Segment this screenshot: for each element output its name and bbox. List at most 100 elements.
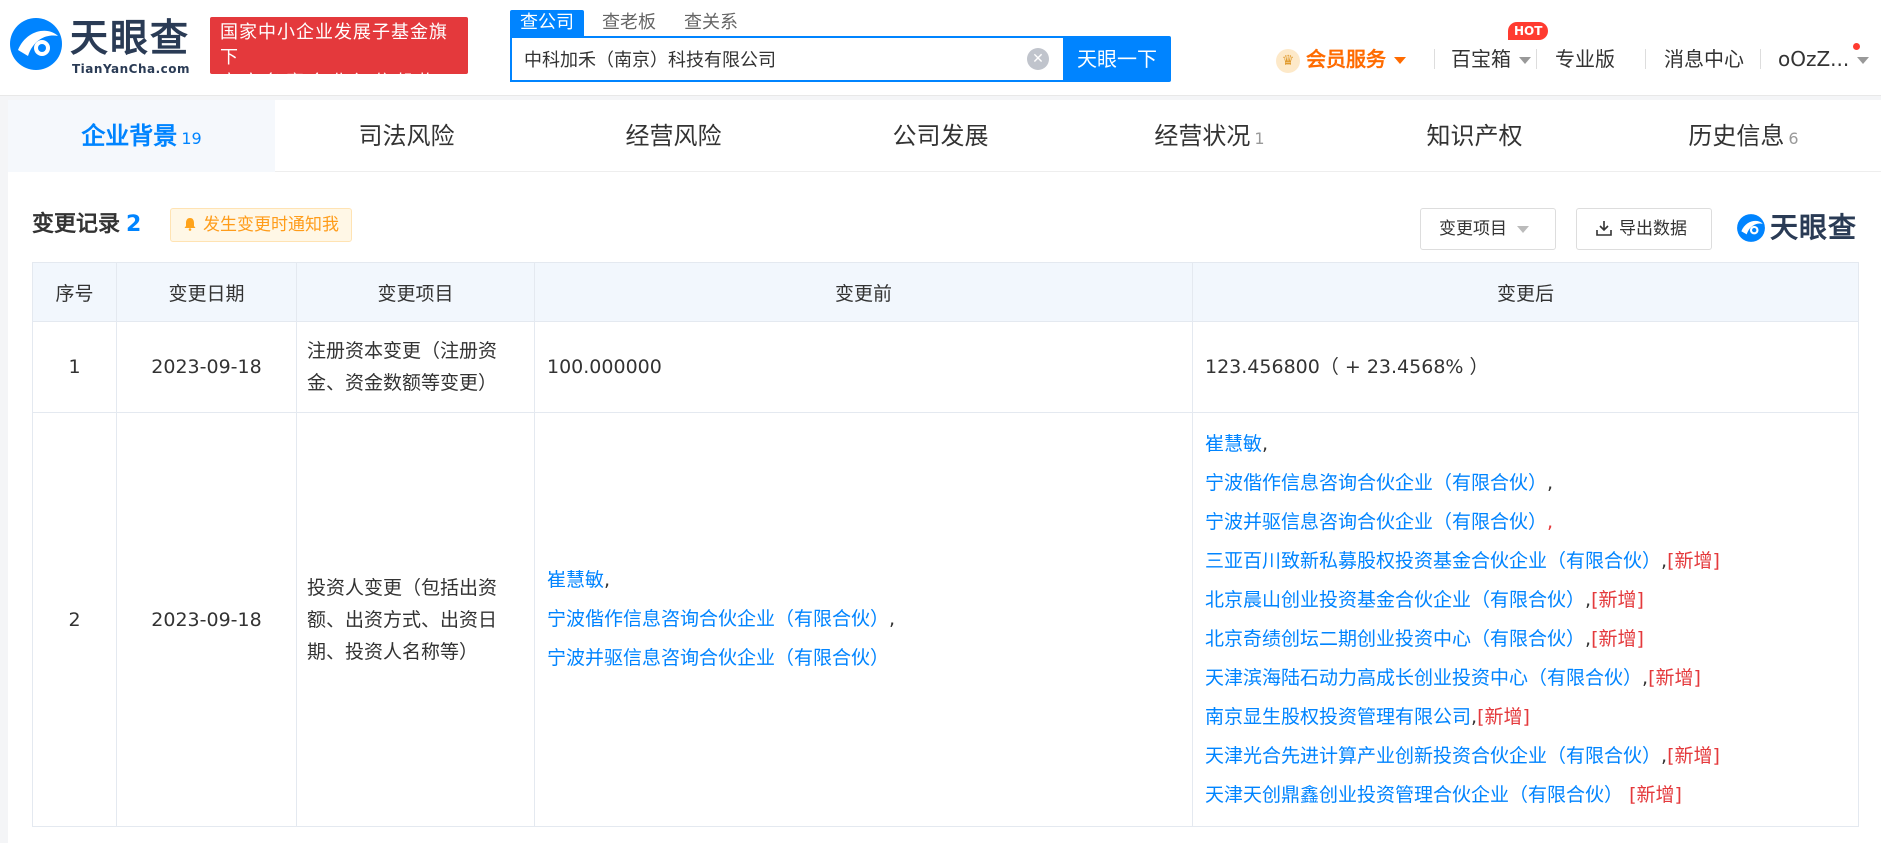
col-header-index: 序号 bbox=[32, 262, 117, 322]
col-header-after: 变更后 bbox=[1192, 262, 1859, 322]
nav-divider bbox=[1760, 49, 1761, 69]
investor-link[interactable]: 宁波并驱信息咨询合伙企业（有限合伙） bbox=[1205, 511, 1547, 533]
investor-link[interactable]: 天津滨海陆石动力高成长创业投资中心（有限合伙） bbox=[1205, 667, 1642, 689]
list-item: 天津光合先进计算产业创新投资合伙企业（有限合伙）,[新增] bbox=[1205, 737, 1846, 776]
gov-badge: 国家中小企业发展子基金旗下 官方备案企业征信机构 bbox=[210, 17, 468, 93]
crown-icon: ♛ bbox=[1276, 48, 1300, 73]
logo-domain: TianYanCha.com bbox=[72, 62, 191, 76]
chevron-down-icon bbox=[1394, 57, 1406, 64]
gov-badge-line1: 国家中小企业发展子基金旗下 bbox=[220, 22, 448, 68]
top-header: 天眼查 TianYanCha.com 国家中小企业发展子基金旗下 官方备案企业征… bbox=[0, 0, 1881, 96]
nav-divider bbox=[1645, 49, 1646, 69]
investor-link[interactable]: 宁波并驱信息咨询合伙企业（有限合伙） bbox=[547, 647, 889, 669]
investor-link[interactable]: 三亚百川致新私募股权投资基金合伙企业（有限合伙） bbox=[1205, 550, 1661, 572]
change-item-filter[interactable]: 变更项目 bbox=[1420, 208, 1556, 250]
list-item: 宁波并驱信息咨询合伙企业（有限合伙）, bbox=[1205, 503, 1846, 542]
tab-label: 经营风险 bbox=[625, 122, 722, 150]
tab-count: 6 bbox=[1788, 129, 1799, 148]
investor-link[interactable]: 北京奇绩创坛二期创业投资中心（有限合伙） bbox=[1205, 628, 1585, 650]
list-item: 崔慧敏, bbox=[547, 561, 1180, 600]
gov-badge-line2: 官方备案企业征信机构 bbox=[220, 72, 440, 93]
username: oOzZ... bbox=[1778, 47, 1850, 71]
tab-label: 知识产权 bbox=[1426, 122, 1523, 150]
cell-index: 2 bbox=[32, 412, 117, 827]
tab-count: 19 bbox=[181, 129, 202, 148]
tab-label: 经营状况 bbox=[1154, 122, 1251, 150]
cell-after: 崔慧敏, 宁波偕作信息咨询合伙企业（有限合伙）, 宁波并驱信息咨询合伙企业（有限… bbox=[1192, 412, 1859, 827]
logo-text: 天眼查 bbox=[70, 16, 191, 60]
cell-before: 崔慧敏, 宁波偕作信息咨询合伙企业（有限合伙）, 宁波并驱信息咨询合伙企业（有限… bbox=[534, 412, 1193, 827]
list-item: 三亚百川致新私募股权投资基金合伙企业（有限合伙）,[新增] bbox=[1205, 542, 1846, 581]
investor-link[interactable]: 崔慧敏 bbox=[547, 569, 604, 591]
notify-on-change-button[interactable]: 发生变更时通知我 bbox=[170, 208, 352, 242]
vip-label: 会员服务 bbox=[1306, 47, 1386, 71]
export-data-button[interactable]: 导出数据 bbox=[1576, 208, 1712, 250]
tab-label: 公司发展 bbox=[892, 122, 989, 150]
investor-link[interactable]: 宁波偕作信息咨询合伙企业（有限合伙） bbox=[1205, 472, 1547, 494]
new-tag: [新增] bbox=[1591, 588, 1644, 611]
investor-link[interactable]: 崔慧敏 bbox=[1205, 433, 1262, 455]
investor-link[interactable]: 宁波偕作信息咨询合伙企业（有限合伙） bbox=[547, 608, 889, 630]
filter-label: 变更项目 bbox=[1439, 219, 1507, 239]
list-item: 宁波并驱信息咨询合伙企业（有限合伙） bbox=[547, 639, 1180, 678]
cell-before: 100.000000 bbox=[534, 321, 1193, 413]
category-tabs: 企业背景 19 司法风险 经营风险 公司发展 经营状况 1 知识产权 历史信息 6 bbox=[8, 100, 1881, 172]
table-row: 1 2023-09-18 注册资本变更（注册资金、资金数额等变更） 100.00… bbox=[32, 321, 1859, 413]
tab-operating-risk[interactable]: 经营风险 bbox=[542, 100, 809, 172]
bell-icon bbox=[184, 218, 196, 231]
new-tag: [新增] bbox=[1477, 705, 1530, 728]
message-center-link[interactable]: 消息中心 bbox=[1664, 44, 1744, 74]
table-header-row: 序号 变更日期 变更项目 变更前 变更后 bbox=[32, 262, 1859, 322]
search-tab-relation[interactable]: 查关系 bbox=[674, 10, 748, 36]
section-title: 变更记录 2 bbox=[32, 210, 141, 240]
col-header-item: 变更项目 bbox=[296, 262, 535, 322]
list-item: 崔慧敏, bbox=[1205, 425, 1846, 464]
list-item: 天津滨海陆石动力高成长创业投资中心（有限合伙）,[新增] bbox=[1205, 659, 1846, 698]
tab-history[interactable]: 历史信息 6 bbox=[1610, 100, 1877, 172]
logo-eye-icon bbox=[10, 18, 62, 70]
investor-link[interactable]: 天津天创鼎鑫创业投资管理合伙企业（有限合伙） bbox=[1205, 784, 1623, 806]
separator: , bbox=[889, 608, 896, 630]
chevron-down-icon bbox=[1857, 57, 1870, 64]
search-input[interactable] bbox=[524, 38, 1004, 80]
cell-index: 1 bbox=[32, 321, 117, 413]
tab-intellectual-property[interactable]: 知识产权 bbox=[1343, 100, 1610, 172]
new-tag: [新增] bbox=[1591, 627, 1644, 650]
new-tag: [新增] bbox=[1667, 744, 1720, 767]
tab-judicial-risk[interactable]: 司法风险 bbox=[275, 100, 542, 172]
hot-badge: HOT bbox=[1508, 22, 1549, 40]
new-tag: [新增] bbox=[1667, 549, 1720, 572]
cell-date: 2023-09-18 bbox=[116, 321, 297, 413]
cell-after: 123.456800（ + 23.4568% ） bbox=[1192, 321, 1859, 413]
search-tab-company[interactable]: 查公司 bbox=[510, 10, 584, 36]
list-item: 北京奇绩创坛二期创业投资中心（有限合伙）,[新增] bbox=[1205, 620, 1846, 659]
search-button[interactable]: 天眼一下 bbox=[1063, 36, 1171, 82]
clear-icon[interactable]: ✕ bbox=[1027, 48, 1049, 70]
search-box: ✕ bbox=[510, 36, 1063, 82]
nav-divider bbox=[1536, 49, 1537, 69]
tab-count: 1 bbox=[1254, 129, 1265, 148]
tab-company-background[interactable]: 企业背景 19 bbox=[8, 100, 275, 172]
chevron-down-icon bbox=[1517, 225, 1529, 233]
search-type-tabs: 查公司 查老板 查关系 bbox=[510, 10, 756, 36]
notification-dot bbox=[1853, 43, 1860, 50]
investor-link[interactable]: 天津光合先进计算产业创新投资合伙企业（有限合伙） bbox=[1205, 745, 1661, 767]
investor-link[interactable]: 北京晨山创业投资基金合伙企业（有限合伙） bbox=[1205, 589, 1585, 611]
toolbox-menu[interactable]: 百宝箱 bbox=[1451, 44, 1531, 74]
tab-label: 企业背景 bbox=[81, 122, 178, 150]
cell-date: 2023-09-18 bbox=[116, 412, 297, 827]
investor-link[interactable]: 南京显生股权投资管理有限公司 bbox=[1205, 706, 1471, 728]
vip-service-menu[interactable]: ♛ 会员服务 bbox=[1276, 44, 1406, 74]
tab-company-development[interactable]: 公司发展 bbox=[809, 100, 1076, 172]
section-title-text: 变更记录 bbox=[32, 212, 121, 237]
list-item: 北京晨山创业投资基金合伙企业（有限合伙）,[新增] bbox=[1205, 581, 1846, 620]
pro-version-link[interactable]: 专业版 bbox=[1555, 44, 1615, 74]
separator: , bbox=[604, 569, 611, 591]
chevron-down-icon bbox=[1519, 57, 1531, 64]
list-item: 天津天创鼎鑫创业投资管理合伙企业（有限合伙） [新增] bbox=[1205, 776, 1846, 815]
tab-operating-status[interactable]: 经营状况 1 bbox=[1076, 100, 1343, 172]
tianyancha-logo[interactable]: 天眼查 TianYanCha.com bbox=[8, 14, 198, 76]
export-label: 导出数据 bbox=[1619, 219, 1687, 239]
list-item: 南京显生股权投资管理有限公司,[新增] bbox=[1205, 698, 1846, 737]
search-tab-boss[interactable]: 查老板 bbox=[592, 10, 666, 36]
